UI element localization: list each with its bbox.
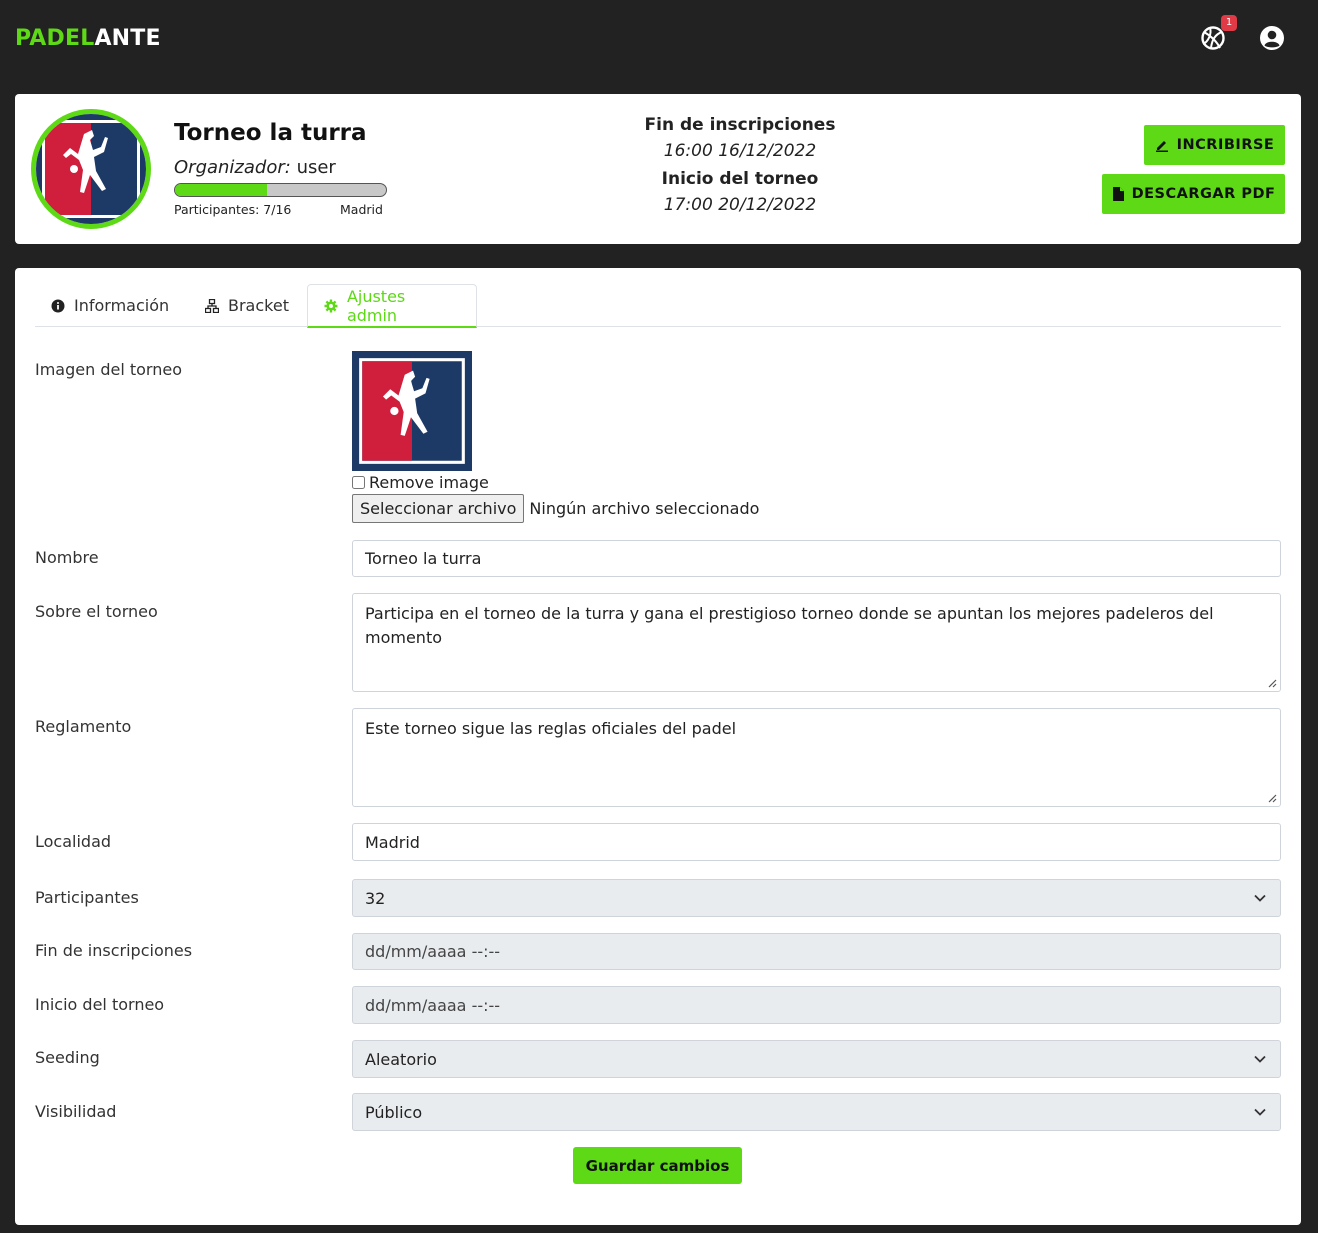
about-label: Sobre el torneo <box>35 602 158 621</box>
tournament-avatar <box>31 109 151 229</box>
tab-ajustes-admin[interactable]: Ajustes admin <box>307 284 477 328</box>
file-icon <box>1112 187 1124 201</box>
start-label: Inicio del torneo <box>661 169 819 189</box>
participants-progress-bar <box>174 183 387 197</box>
registration-end-label: Fin de inscripciones <box>644 115 836 135</box>
top-navbar: PADELANTE 1 <box>0 0 1318 80</box>
tab-informacion[interactable]: Información <box>35 284 185 327</box>
start-value: 17:00 20/12/2022 <box>663 195 817 215</box>
location-input[interactable]: Madrid <box>352 823 1281 861</box>
tournament-organizer: Organizador: user <box>174 157 336 178</box>
about-textarea-value: Participa en el torneo de la turra y gan… <box>365 604 1214 647</box>
registration-end-value: 16:00 16/12/2022 <box>663 141 817 161</box>
tournament-title: Torneo la turra <box>174 120 367 146</box>
tournament-image-preview <box>352 351 472 471</box>
name-input[interactable]: Torneo la turra <box>352 540 1281 577</box>
register-button-label: INCRIBIRSE <box>1176 137 1275 153</box>
location-input-value: Madrid <box>365 832 420 852</box>
chevron-down-icon <box>1254 1108 1266 1116</box>
image-label: Imagen del torneo <box>35 360 182 379</box>
info-icon <box>51 299 65 312</box>
user-circle-icon[interactable] <box>1258 24 1286 52</box>
tab-bracket[interactable]: Bracket <box>189 284 305 327</box>
rules-label: Reglamento <box>35 717 132 736</box>
remove-image-row: Remove image <box>352 473 489 492</box>
start-datetime-input[interactable]: dd/mm/aaaa --:-- <box>352 986 1281 1024</box>
rules-textarea[interactable]: Este torneo sigue las reglas oficiales d… <box>352 708 1281 807</box>
tab-bar: Información Bracket Ajustes admin <box>35 284 1281 328</box>
reg-end-datetime-value: dd/mm/aaaa --:-- <box>365 942 501 961</box>
chevron-down-icon <box>1254 1055 1266 1063</box>
brand-part-ante: ANTE <box>94 26 161 51</box>
name-input-value: Torneo la turra <box>365 549 482 568</box>
resize-grip-icon[interactable] <box>1267 678 1277 688</box>
gear-icon <box>324 299 338 312</box>
reg-end-label: Fin de inscripciones <box>35 941 193 960</box>
organizer-value: user <box>296 157 336 178</box>
visibility-select-value: Público <box>365 1102 423 1122</box>
tournament-logo-image <box>36 114 146 224</box>
progress-fill <box>175 184 268 196</box>
start-datetime-value: dd/mm/aaaa --:-- <box>365 995 501 1015</box>
tournament-dates: Fin de inscripciones 16:00 16/12/2022 In… <box>600 114 880 222</box>
visibility-label: Visibilidad <box>35 1102 117 1121</box>
location-label: Localidad <box>35 832 112 851</box>
file-input-row: Seleccionar archivo Ningún archivo selec… <box>352 494 759 523</box>
seeding-select[interactable]: Aleatorio <box>352 1040 1281 1078</box>
participants-label: Participantes <box>35 888 139 907</box>
brand-part-padel: PADEL <box>15 26 95 51</box>
download-pdf-button[interactable]: DESCARGAR PDF <box>1102 174 1285 214</box>
brand-logo[interactable]: PADELANTE <box>15 26 161 51</box>
tab-informacion-label: Información <box>74 296 170 315</box>
participants-count: Participantes: 7/16 <box>174 202 292 217</box>
participants-select-value: 32 <box>365 888 386 908</box>
sitemap-icon <box>205 298 219 313</box>
download-pdf-label: DESCARGAR PDF <box>1131 186 1276 202</box>
reg-end-datetime-input[interactable]: dd/mm/aaaa --:-- <box>352 933 1281 970</box>
tournament-city: Madrid <box>340 202 383 217</box>
name-label: Nombre <box>35 548 99 567</box>
resize-grip-icon[interactable] <box>1267 793 1277 803</box>
rules-textarea-value: Este torneo sigue las reglas oficiales d… <box>365 719 737 738</box>
remove-image-checkbox[interactable] <box>352 476 365 489</box>
notification-badge: 1 <box>1221 15 1237 31</box>
edit-icon <box>1155 141 1168 152</box>
start-date-label: Inicio del torneo <box>35 995 165 1014</box>
participants-select[interactable]: 32 <box>352 879 1281 917</box>
seeding-label: Seeding <box>35 1048 100 1067</box>
file-status-text: Ningún archivo seleccionado <box>529 499 760 518</box>
tournament-logo-image <box>355 354 469 468</box>
remove-image-label: Remove image <box>369 473 489 492</box>
tournament-header-card: Torneo la turra Organizador: user Partic… <box>15 94 1301 244</box>
admin-settings-card: Información Bracket Ajustes admin Imagen… <box>15 268 1301 1225</box>
chevron-down-icon <box>1254 894 1266 902</box>
organizer-label: Organizador: <box>174 157 291 178</box>
tab-bracket-label: Bracket <box>228 296 289 315</box>
visibility-select[interactable]: Público <box>352 1093 1281 1131</box>
register-button[interactable]: INCRIBIRSE <box>1144 125 1285 165</box>
select-file-button[interactable]: Seleccionar archivo <box>352 494 525 523</box>
seeding-select-value: Aleatorio <box>365 1049 437 1069</box>
about-textarea[interactable]: Participa en el torneo de la turra y gan… <box>352 593 1281 692</box>
tab-ajustes-admin-label: Ajustes admin <box>346 286 406 325</box>
save-changes-button[interactable]: Guardar cambios <box>573 1147 742 1184</box>
